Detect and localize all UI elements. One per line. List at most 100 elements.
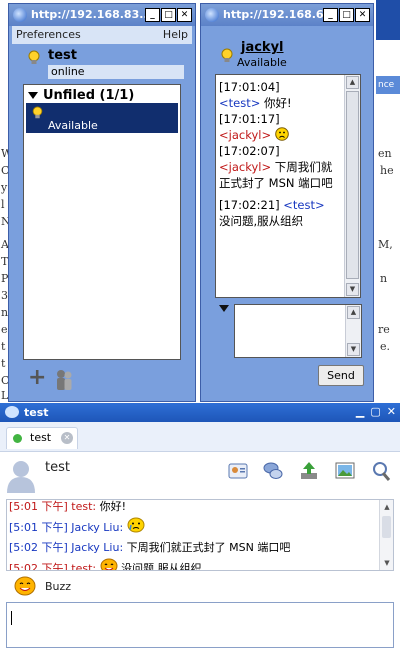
scroll-up-arrow-icon[interactable]: ▲ xyxy=(381,501,393,513)
buzz-smiley-icon[interactable] xyxy=(14,575,36,597)
conversation-tabbar: test ✕ xyxy=(0,422,400,452)
background-text: n xyxy=(380,272,388,285)
peer-name-link[interactable]: jackyl xyxy=(241,40,284,55)
background-text: 3 xyxy=(1,289,8,302)
background-text: l xyxy=(1,198,5,211)
scroll-thumb[interactable] xyxy=(346,91,359,279)
contact-status: Available xyxy=(48,119,98,132)
background-text: M, xyxy=(378,238,393,251)
chat-window-title: http://192.168.6... xyxy=(223,8,337,21)
chat-input-scrollbar[interactable]: ▲ ▼ xyxy=(345,305,361,357)
background-text: y xyxy=(1,181,8,194)
close-icon[interactable]: ✕ xyxy=(387,406,396,418)
minimize-button[interactable]: _ xyxy=(323,8,338,22)
message-line: <jackyl> xyxy=(219,127,341,143)
message-sender: <test> xyxy=(219,96,261,110)
roster-window: http://192.168.83... _ □ ✕ Preferences H… xyxy=(8,3,196,402)
history-line: [5:01 下午] Jacky Liu: xyxy=(9,517,290,538)
message-text: 没问题,服从组织 xyxy=(219,214,304,228)
own-status-field[interactable]: online xyxy=(48,65,184,79)
history-line: [5:02 下午] Jacky Liu: 下周我们就正式封了 MSN 端口吧 xyxy=(9,538,290,558)
background-text: he xyxy=(380,164,394,177)
background-text: t xyxy=(1,357,6,370)
chat-log-scrollbar[interactable]: ▲ ▼ xyxy=(344,75,360,297)
roster-footer: + xyxy=(12,359,192,399)
buddy-card-icon[interactable] xyxy=(227,460,249,482)
message-sender: <jackyl> xyxy=(219,160,272,174)
message-time: [17:02:21] xyxy=(219,198,280,212)
maximize-button[interactable]: □ xyxy=(161,8,176,22)
menu-help[interactable]: Help xyxy=(163,26,188,44)
roster-title-bar[interactable]: http://192.168.83... _ □ ✕ xyxy=(9,4,195,26)
tab-test[interactable]: test ✕ xyxy=(6,427,78,449)
history-text: 你好! xyxy=(96,500,127,513)
message-sender: <jackyl> xyxy=(219,128,272,142)
chat-title-bar[interactable]: http://192.168.6... _ □ ✕ xyxy=(201,4,373,26)
message-sender: <test> xyxy=(283,198,325,212)
scroll-down-arrow-icon[interactable]: ▼ xyxy=(381,557,393,569)
maximize-icon[interactable]: ▢ xyxy=(370,406,380,418)
people-icon[interactable] xyxy=(54,369,74,391)
crying-face-icon xyxy=(127,517,145,533)
menu-preferences[interactable]: Preferences xyxy=(16,26,81,44)
peer-status: Available xyxy=(237,56,287,69)
options-triangle-icon[interactable] xyxy=(219,305,229,312)
conversation-title: test xyxy=(24,406,49,419)
conversation-history: [5:01 下午] test: 你好! [5:01 下午] Jacky Liu:… xyxy=(6,499,394,571)
history-sender: test: xyxy=(71,562,97,571)
online-status-icon xyxy=(13,434,22,443)
history-sender: test: xyxy=(71,500,97,513)
history-scrollbar[interactable]: ▲ ▼ xyxy=(379,500,393,570)
buddy-name: test xyxy=(45,460,70,475)
chat-input-box[interactable]: ▲ ▼ xyxy=(234,304,362,358)
add-contact-icon[interactable]: + xyxy=(28,367,46,389)
scroll-thumb[interactable] xyxy=(382,516,391,538)
history-stamp: [5:01 下午] xyxy=(9,521,68,534)
sad-face-icon xyxy=(274,127,289,141)
buzz-button[interactable]: Buzz xyxy=(45,580,71,593)
avatar xyxy=(7,461,35,493)
group-header-unfiled[interactable]: Unfiled (1/1) xyxy=(28,88,134,103)
roster-window-title: http://192.168.83... xyxy=(31,8,152,21)
lightbulb-icon xyxy=(221,48,233,62)
close-button[interactable]: ✕ xyxy=(177,8,192,22)
chat-bubbles-icon[interactable] xyxy=(262,460,284,482)
own-presence: test online xyxy=(12,45,192,83)
background-nav-strip: nce xyxy=(376,76,400,94)
scroll-up-arrow-icon[interactable]: ▲ xyxy=(346,76,359,89)
message-line: [17:02:21] <test> xyxy=(219,197,341,213)
maximize-button[interactable]: □ xyxy=(339,8,354,22)
tab-label: test xyxy=(30,431,52,444)
history-line: [5:02 下午] test: 没问题,服从组织 xyxy=(9,558,290,571)
chat-bubble-icon xyxy=(5,406,19,418)
scroll-down-arrow-icon[interactable]: ▼ xyxy=(347,343,360,356)
roster-menubar: Preferences Help xyxy=(12,26,192,44)
tab-close-icon[interactable]: ✕ xyxy=(61,432,73,444)
minimize-icon[interactable]: ▁ xyxy=(356,406,364,418)
message-text: 你好! xyxy=(260,96,292,110)
send-button[interactable]: Send xyxy=(318,365,364,386)
conversation-window: test ▁ ▢ ✕ test ✕ test [5:01 下午] test: 你… xyxy=(0,403,400,654)
conversation-title-bar[interactable]: test ▁ ▢ ✕ xyxy=(0,403,400,422)
history-text: 没问题,服从组织 xyxy=(117,562,202,571)
own-name: test xyxy=(48,48,77,63)
contact-list: Unfiled (1/1) Available xyxy=(23,84,181,360)
contact-row-selected[interactable]: Available xyxy=(26,103,178,133)
message-line: 没问题,服从组织 xyxy=(219,213,341,229)
close-button[interactable]: ✕ xyxy=(355,8,370,22)
settings-tools-icon[interactable] xyxy=(370,460,392,482)
send-file-icon[interactable] xyxy=(298,460,320,482)
message-time: [17:01:17] xyxy=(219,112,280,126)
background-text: t xyxy=(1,340,6,353)
browser-icon xyxy=(13,8,27,22)
background-header-strip xyxy=(376,0,400,40)
background-text: e. xyxy=(380,340,391,353)
scroll-down-arrow-icon[interactable]: ▼ xyxy=(346,283,359,296)
text-caret xyxy=(11,611,12,625)
scroll-up-arrow-icon[interactable]: ▲ xyxy=(347,306,360,319)
message-time: [17:02:07] xyxy=(219,144,280,158)
lightbulb-icon xyxy=(32,106,43,119)
message-input[interactable] xyxy=(6,602,394,648)
minimize-button[interactable]: _ xyxy=(145,8,160,22)
photo-icon[interactable] xyxy=(334,460,356,482)
